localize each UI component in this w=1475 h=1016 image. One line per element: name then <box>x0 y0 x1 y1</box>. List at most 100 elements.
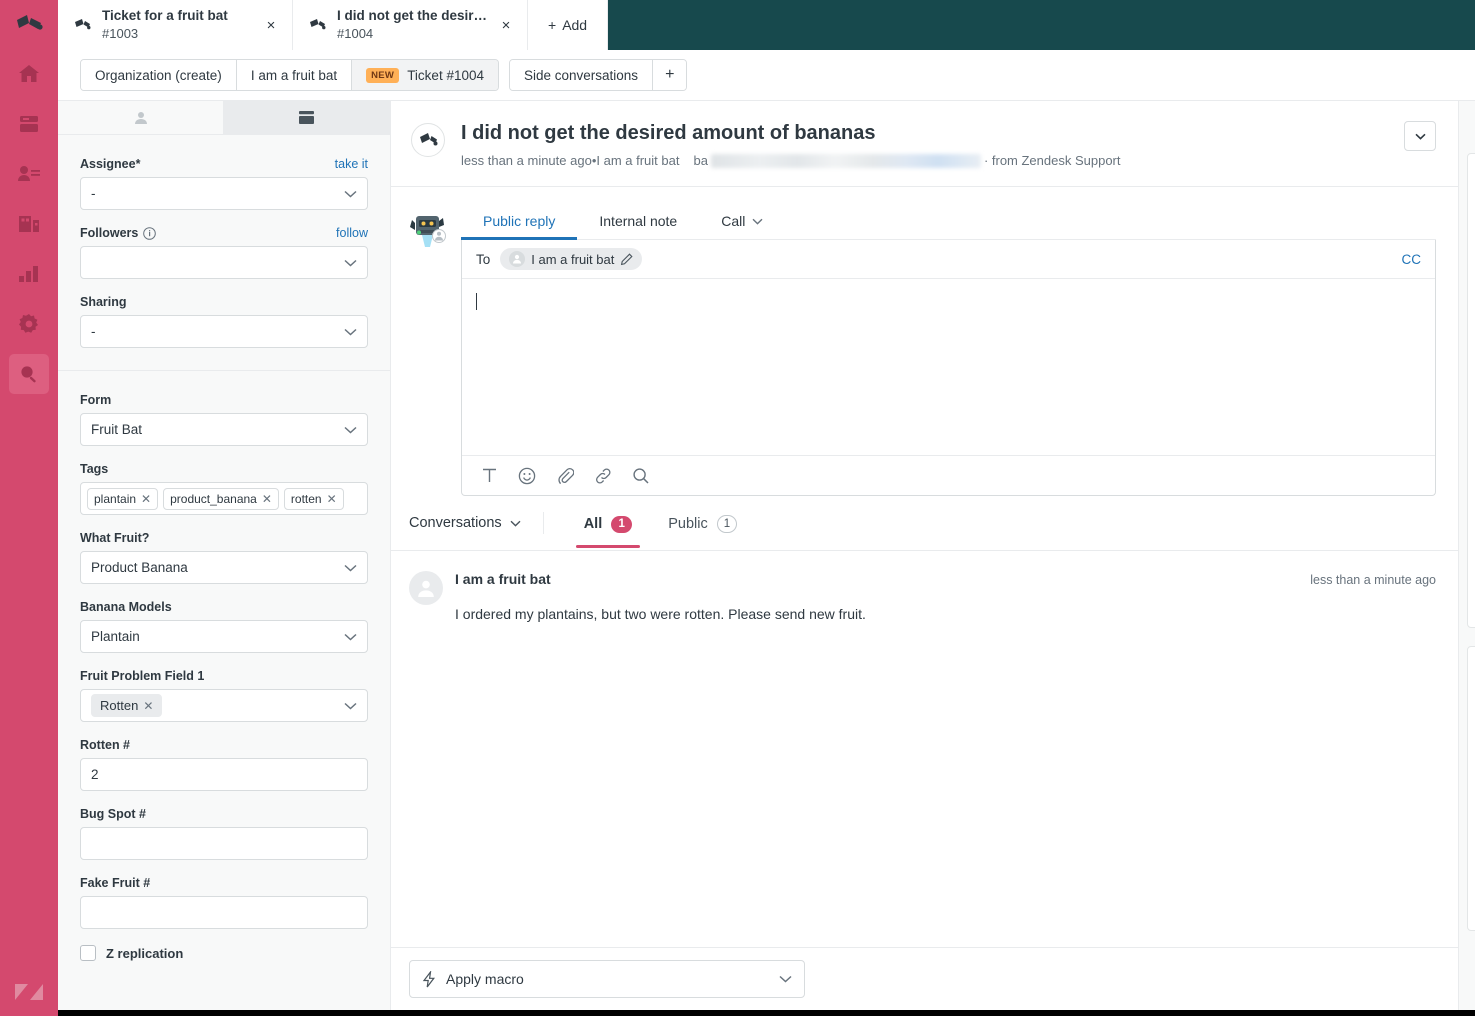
zendesk-product-logo-icon <box>14 14 44 40</box>
recipient-chip[interactable]: I am a fruit bat <box>500 248 642 270</box>
field-z-replication[interactable]: Z replication <box>80 945 368 961</box>
chevron-down-icon <box>1415 133 1426 140</box>
remove-tag-icon[interactable]: ✕ <box>327 492 337 506</box>
field-fake-fruit-count: Fake Fruit # <box>80 876 368 929</box>
field-label: Sharing <box>80 295 127 309</box>
rotten-count-input[interactable]: 2 <box>80 758 368 791</box>
chevron-down-icon <box>344 702 357 710</box>
filter-count-badge: 1 <box>611 516 632 533</box>
followers-select[interactable] <box>80 246 368 279</box>
add-tab-label: Add <box>562 17 587 33</box>
comment-author: I am a fruit bat <box>455 571 551 587</box>
rotten-count-value: 2 <box>91 767 99 782</box>
link-icon[interactable] <box>588 461 618 491</box>
ticket-properties-panel: Assignee* take it - <box>58 101 391 1010</box>
sharing-select[interactable]: - <box>80 315 368 348</box>
filter-tab-all[interactable]: All 1 <box>566 516 651 547</box>
ticket-header-menu-button[interactable] <box>1404 121 1436 151</box>
sidebar-item-customers[interactable] <box>9 154 49 194</box>
side-conversations-label: Side conversations <box>524 68 638 83</box>
sidebar-item-organizations[interactable] <box>9 204 49 244</box>
field-banana-models: Banana Models Plantain <box>80 600 368 653</box>
tab-call[interactable]: Call <box>699 205 785 239</box>
user-icon <box>134 111 148 125</box>
take-it-link[interactable]: take it <box>335 157 368 171</box>
field-label: Rotten # <box>80 738 130 752</box>
tab-ticket-properties[interactable] <box>224 101 390 134</box>
fruit-problem-chip[interactable]: Rotten ✕ <box>91 694 162 717</box>
views-icon <box>19 115 39 133</box>
search-icon[interactable] <box>626 461 656 491</box>
app-card[interactable] <box>1467 646 1475 931</box>
add-side-conversation-button[interactable]: + <box>653 60 686 90</box>
info-icon[interactable] <box>143 227 156 240</box>
field-label: Followers <box>80 226 156 240</box>
breadcrumb-organization[interactable]: Organization (create) <box>81 60 237 90</box>
emoji-icon[interactable] <box>512 461 542 491</box>
field-tags: Tags plantain ✕ product_banana ✕ <box>80 462 368 515</box>
filter-tab-public[interactable]: Public 1 <box>650 515 755 547</box>
ticket-tabstrip: Ticket for a fruit bat #1003 × I did not… <box>58 0 1475 50</box>
pencil-icon[interactable] <box>620 253 633 266</box>
reply-body-input[interactable] <box>462 279 1435 455</box>
chevron-down-icon <box>752 218 763 225</box>
channel-tabs: Public reply Internal note Call <box>461 205 1436 240</box>
app-card[interactable] <box>1467 153 1475 628</box>
to-label: To <box>476 252 490 267</box>
fruit-problem-multiselect[interactable]: Rotten ✕ <box>80 689 368 722</box>
z-replication-checkbox[interactable] <box>80 945 96 961</box>
sidebar-item-reporting[interactable] <box>9 254 49 294</box>
form-select[interactable]: Fruit Bat <box>80 413 368 446</box>
lightning-bolt-icon <box>422 971 436 988</box>
tab-public-reply[interactable]: Public reply <box>461 205 577 239</box>
ticket-meta-time: less than a minute ago <box>461 153 592 168</box>
apply-macro-button[interactable]: Apply macro <box>409 960 805 998</box>
tag-chip[interactable]: plantain ✕ <box>87 488 158 510</box>
breadcrumb-user[interactable]: I am a fruit bat <box>237 60 352 90</box>
close-icon[interactable]: × <box>260 14 282 36</box>
sidebar-item-admin[interactable] <box>9 304 49 344</box>
conversations-dropdown[interactable]: Conversations <box>409 515 521 547</box>
z-replication-label: Z replication <box>106 946 183 961</box>
ticket-icon <box>309 18 327 33</box>
ticket-tab-1004[interactable]: I did not get the desir… #1004 × <box>293 0 528 50</box>
text-format-icon[interactable] <box>474 461 504 491</box>
sharing-value: - <box>91 324 96 339</box>
follow-link[interactable]: follow <box>336 226 368 240</box>
reply-composer: Public reply Internal note Call <box>391 187 1458 496</box>
tags-input[interactable]: plantain ✕ product_banana ✕ rotten ✕ <box>80 482 368 515</box>
ticket-main-pane: I did not get the desired amount of bana… <box>391 101 1458 1010</box>
ticket-meta-email-prefix: ba <box>693 153 707 168</box>
home-icon <box>18 64 40 84</box>
agent-avatar <box>409 205 449 496</box>
remove-tag-icon[interactable]: ✕ <box>262 492 272 506</box>
side-conversations-button[interactable]: Side conversations <box>510 60 653 90</box>
sidebar-item-views[interactable] <box>9 104 49 144</box>
properties-scroll[interactable]: Assignee* take it - <box>58 135 390 1010</box>
banana-models-select[interactable]: Plantain <box>80 620 368 653</box>
what-fruit-select[interactable]: Product Banana <box>80 551 368 584</box>
tag-chip[interactable]: product_banana ✕ <box>163 488 279 510</box>
cc-button[interactable]: CC <box>1402 252 1422 267</box>
breadcrumb-ticket[interactable]: NEW Ticket #1004 <box>352 60 498 90</box>
add-tab-button[interactable]: + Add <box>528 0 608 50</box>
ticket-tab-1003[interactable]: Ticket for a fruit bat #1003 × <box>58 0 293 50</box>
remove-chip-icon[interactable]: ✕ <box>143 699 153 713</box>
breadcrumb-group: Organization (create) I am a fruit bat N… <box>80 59 499 91</box>
apps-panel-sliver[interactable] <box>1458 101 1475 1010</box>
remove-tag-icon[interactable]: ✕ <box>141 492 151 506</box>
bug-spot-count-input[interactable] <box>80 827 368 860</box>
sidebar-item-home[interactable] <box>9 54 49 94</box>
attachment-icon[interactable] <box>550 461 580 491</box>
sidebar-item-search[interactable] <box>9 354 49 394</box>
conversation-list[interactable]: I am a fruit bat less than a minute ago … <box>391 551 1458 947</box>
tag-chip[interactable]: rotten ✕ <box>284 488 344 510</box>
fake-fruit-count-input[interactable] <box>80 896 368 929</box>
close-icon[interactable]: × <box>495 14 517 36</box>
tab-internal-note[interactable]: Internal note <box>577 205 699 239</box>
breadcrumb-label: Ticket #1004 <box>407 68 484 83</box>
status-badge: NEW <box>366 68 399 83</box>
assignee-select[interactable]: - <box>80 177 368 210</box>
tab-customer-context[interactable] <box>58 101 224 134</box>
filter-label: All <box>584 516 603 532</box>
